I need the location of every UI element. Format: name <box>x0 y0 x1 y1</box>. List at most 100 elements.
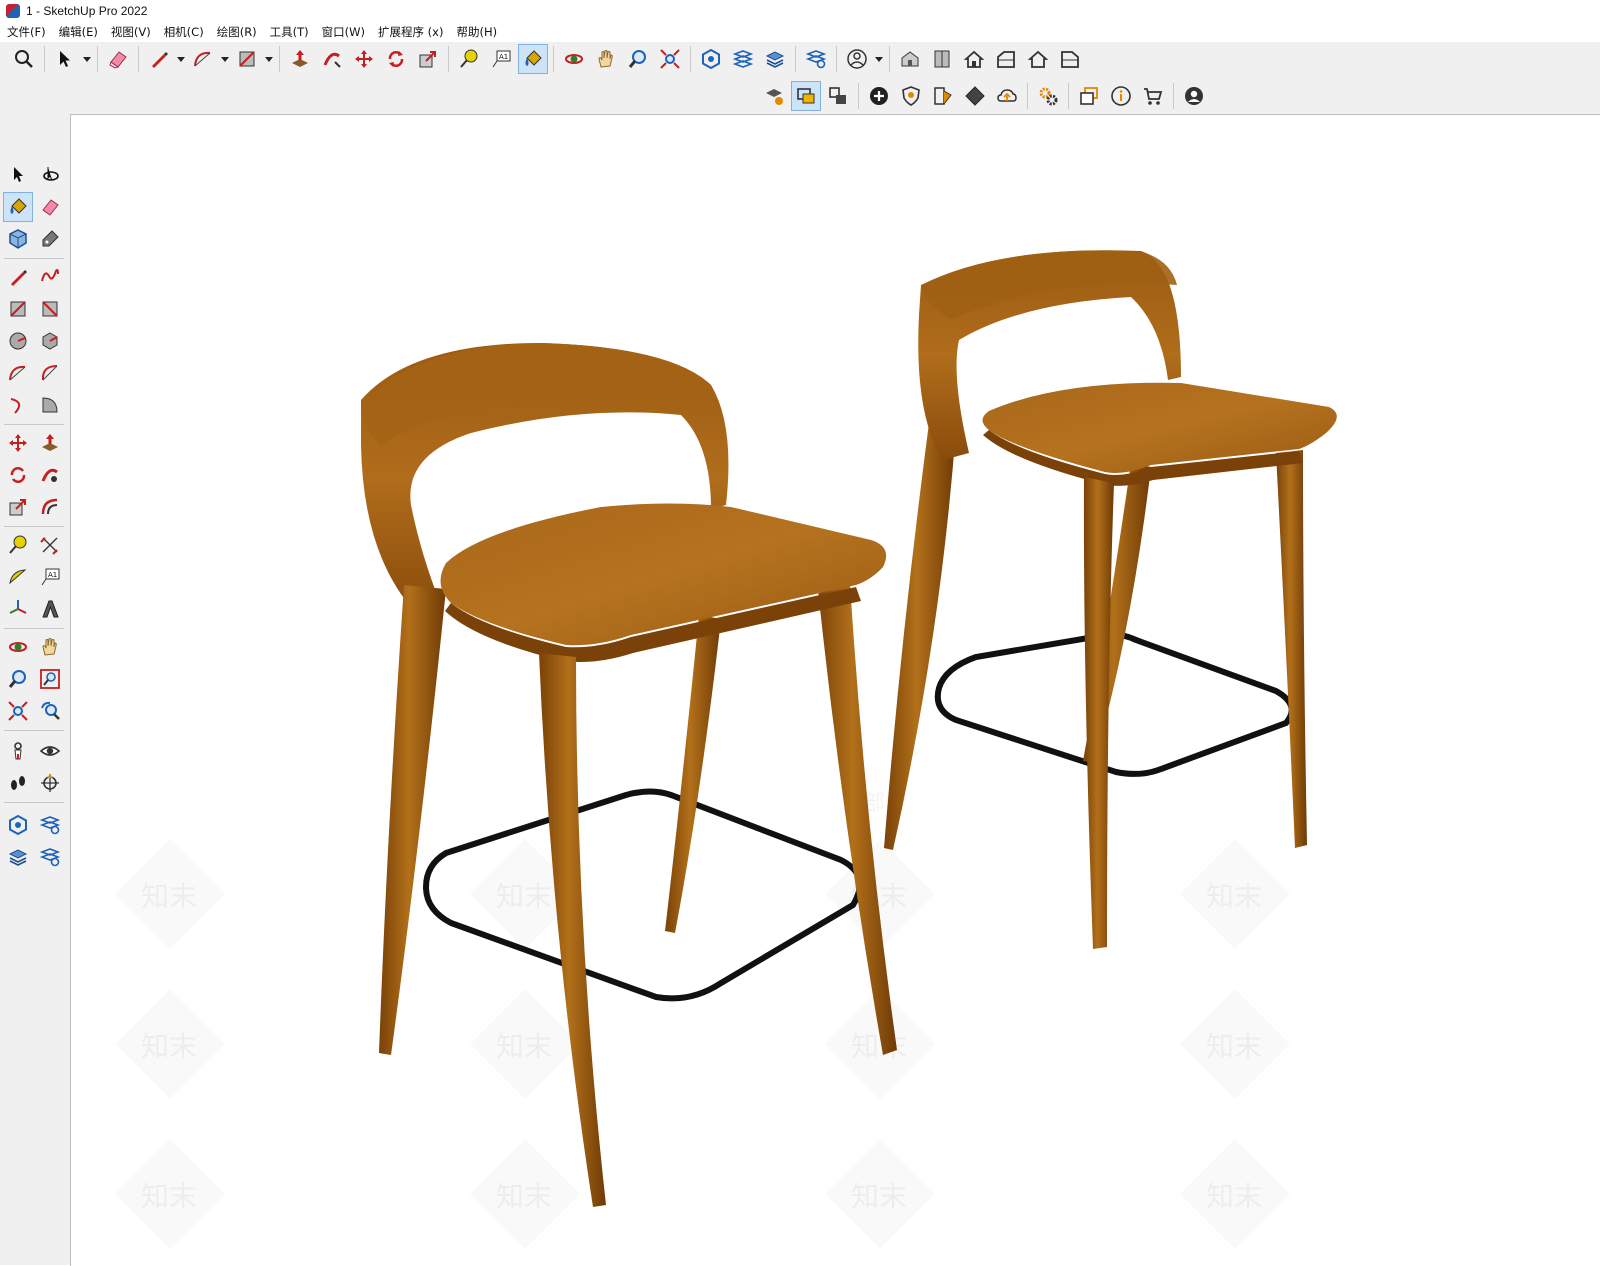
rectangle-tool-button[interactable] <box>3 294 33 324</box>
menu-camera[interactable]: 相机(C) <box>157 24 210 40</box>
dimension-tool-button[interactable] <box>35 530 65 560</box>
line-tool-button[interactable] <box>3 262 33 292</box>
layout-send-button[interactable] <box>3 842 33 872</box>
arc-tool-button[interactable] <box>188 44 218 74</box>
zoom-window-button[interactable] <box>35 664 65 694</box>
follow-me-button[interactable] <box>317 44 347 74</box>
iso-view-button[interactable] <box>895 44 925 74</box>
cloud-upload-button[interactable] <box>992 81 1022 111</box>
front-view-button[interactable] <box>959 44 989 74</box>
extension-warehouse-button[interactable] <box>728 44 758 74</box>
account-button[interactable] <box>842 44 872 74</box>
two-point-arc-button[interactable] <box>35 358 65 388</box>
rotate-tool-button[interactable] <box>381 44 411 74</box>
menu-draw[interactable]: 绘图(R) <box>210 24 263 40</box>
layout-send-button[interactable] <box>760 44 790 74</box>
three-point-arc-button[interactable] <box>3 390 33 420</box>
rotated-rectangle-button[interactable] <box>35 294 65 324</box>
menu-help[interactable]: 帮助(H) <box>449 24 503 40</box>
previous-view-button[interactable] <box>35 696 65 726</box>
select-tool-button[interactable] <box>50 44 80 74</box>
protractor-button[interactable] <box>3 562 33 592</box>
zoom-button[interactable] <box>3 664 33 694</box>
zoom-button[interactable] <box>623 44 653 74</box>
model-viewport[interactable]: 知末 知末 知末 知末 知末 知末 知末 知末 知末 知末 知末 知末 到部分 <box>70 114 1600 1266</box>
menu-file[interactable]: 文件(F) <box>0 24 52 40</box>
search-button[interactable] <box>9 44 39 74</box>
paint-bucket-button[interactable] <box>518 44 548 74</box>
menu-window[interactable]: 窗口(W) <box>315 24 371 40</box>
styles-button[interactable] <box>759 81 789 111</box>
eraser-tool-button[interactable] <box>103 44 133 74</box>
text-tool-button[interactable]: A1 <box>486 44 516 74</box>
orbit-button[interactable] <box>3 632 33 662</box>
push-pull-button[interactable] <box>285 44 315 74</box>
store-button[interactable] <box>1138 81 1168 111</box>
text-tool-button[interactable]: A1 <box>35 562 65 592</box>
eraser-tool-button[interactable] <box>35 192 65 222</box>
select-dropdown[interactable] <box>81 44 93 74</box>
rectangle-dropdown[interactable] <box>263 44 275 74</box>
back-view-button[interactable] <box>1023 44 1053 74</box>
profile-button[interactable] <box>1179 81 1209 111</box>
menu-edit[interactable]: 编辑(E) <box>52 24 104 40</box>
outliner-button[interactable] <box>791 81 821 111</box>
top-view-button[interactable] <box>927 44 957 74</box>
scenes-button[interactable] <box>823 81 853 111</box>
position-camera-button[interactable] <box>3 736 33 766</box>
tag-tool-button[interactable] <box>35 224 65 254</box>
menu-tools[interactable]: 工具(T) <box>263 24 315 40</box>
bar-stool-left[interactable] <box>361 343 897 1207</box>
make-component-button[interactable] <box>3 224 33 254</box>
menu-view[interactable]: 视图(V) <box>104 24 157 40</box>
copy-window-button[interactable] <box>1074 81 1104 111</box>
follow-me-button[interactable] <box>35 460 65 490</box>
3d-text-button[interactable] <box>35 594 65 624</box>
materials-button[interactable] <box>928 81 958 111</box>
pan-button[interactable] <box>591 44 621 74</box>
move-tool-button[interactable] <box>349 44 379 74</box>
freehand-tool-button[interactable] <box>35 262 65 292</box>
look-around-button[interactable] <box>35 736 65 766</box>
circle-tool-button[interactable] <box>3 326 33 356</box>
section-plane-button[interactable] <box>35 768 65 798</box>
account-dropdown[interactable] <box>873 44 885 74</box>
push-pull-button[interactable] <box>35 428 65 458</box>
zoom-extents-button[interactable] <box>655 44 685 74</box>
settings-button[interactable] <box>1033 81 1063 111</box>
extension-manager-button[interactable] <box>35 842 65 872</box>
checker-button[interactable] <box>960 81 990 111</box>
lasso-select-button[interactable] <box>35 160 65 190</box>
rotate-tool-button[interactable] <box>3 460 33 490</box>
info-button[interactable] <box>1106 81 1136 111</box>
left-view-button[interactable] <box>1055 44 1085 74</box>
move-tool-button[interactable] <box>3 428 33 458</box>
tape-measure-button[interactable] <box>454 44 484 74</box>
select-tool-button[interactable] <box>3 160 33 190</box>
warehouse-button[interactable] <box>696 44 726 74</box>
scale-tool-button[interactable] <box>3 492 33 522</box>
rectangle-tool-button[interactable] <box>232 44 262 74</box>
arc-dropdown[interactable] <box>219 44 231 74</box>
line-dropdown[interactable] <box>175 44 187 74</box>
scale-tool-button[interactable] <box>413 44 443 74</box>
extension-warehouse-button[interactable] <box>35 810 65 840</box>
shadow-button[interactable] <box>896 81 926 111</box>
line-tool-button[interactable] <box>144 44 174 74</box>
polygon-tool-button[interactable] <box>35 326 65 356</box>
add-button[interactable] <box>864 81 894 111</box>
walk-button[interactable] <box>3 768 33 798</box>
arc-tool-button[interactable] <box>3 358 33 388</box>
extension-manager-button[interactable] <box>801 44 831 74</box>
orbit-button[interactable] <box>559 44 589 74</box>
paint-bucket-button[interactable] <box>3 192 33 222</box>
axes-tool-button[interactable] <box>3 594 33 624</box>
zoom-extents-button[interactable] <box>3 696 33 726</box>
warehouse-button[interactable] <box>3 810 33 840</box>
pie-tool-button[interactable] <box>35 390 65 420</box>
offset-tool-button[interactable] <box>35 492 65 522</box>
tape-measure-button[interactable] <box>3 530 33 560</box>
right-view-button[interactable] <box>991 44 1021 74</box>
menu-extensions[interactable]: 扩展程序 (x) <box>371 24 449 40</box>
pan-button[interactable] <box>35 632 65 662</box>
